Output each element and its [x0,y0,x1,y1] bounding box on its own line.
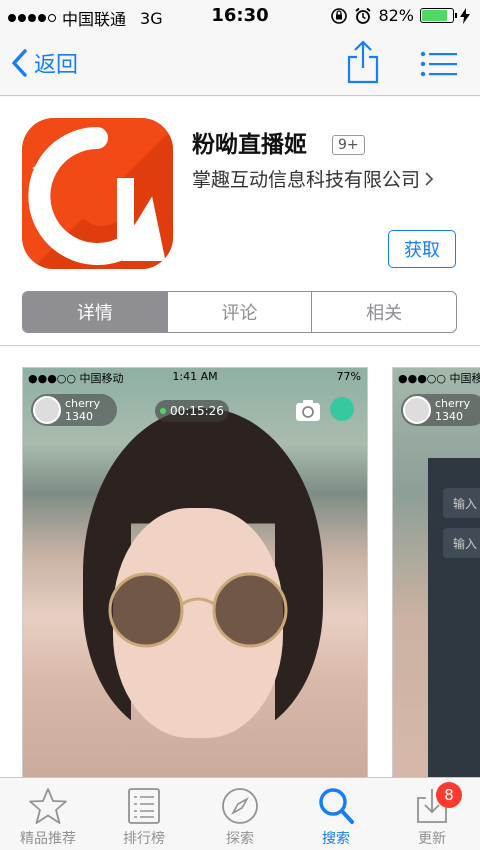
compass-icon [222,788,258,824]
user-name-2: cherry [435,397,471,410]
tab-reviews[interactable]: 评论 [168,292,313,332]
share-icon[interactable] [346,40,380,84]
app-icon[interactable] [22,118,173,269]
camera-switch-icon [296,400,320,421]
user-pill-2: cherry 1340 [401,394,480,426]
back-button[interactable]: 返回 [10,47,78,79]
tab-featured[interactable]: 精品推荐 [0,778,96,850]
tab-search-label: 搜索 [322,831,350,847]
tab-details[interactable]: 详情 [23,292,168,332]
tab-search[interactable]: 搜索 [288,778,384,850]
list-menu-icon[interactable] [420,50,458,78]
status-right: 82% [330,6,470,25]
status-bar: 中国联通 3G 16:30 82% [0,0,480,30]
user-pill: cherry 1340 [31,394,117,426]
updates-badge: 8 [436,782,462,808]
app-name: 粉呦直播姬 [192,132,307,158]
segmented-control: 详情 评论 相关 [22,291,457,333]
avatar [33,396,61,424]
input-field-2: 输入 [443,528,480,558]
tab-explore-label: 探索 [226,831,254,847]
live-dot-icon [160,408,167,414]
shot-2-carrier: ●●●○○ 中国移动 [398,372,480,385]
tab-featured-label: 精品推荐 [20,831,76,847]
shell-icon [330,397,354,421]
nav-bar: 返回 [0,30,480,96]
avatar-2 [403,396,431,424]
star-icon [29,788,67,824]
app-logo-icon [22,118,173,269]
battery-percent: 82% [378,6,414,25]
tab-bar: 精品推荐 排行榜 探索 搜索 更新 8 [0,777,480,850]
list-icon [128,788,160,824]
rotation-lock-icon [331,7,348,24]
chevron-right-icon [425,171,434,186]
age-rating-badge: 9+ [332,135,365,155]
alarm-icon [355,7,372,24]
screenshot-1[interactable]: ●●●○○ 中国移动 1:41 AM 77% cherry 1340 00:15… [22,367,368,777]
screenshot-2-status-bar: ●●●○○ 中国移动 [393,368,480,386]
developer-name: 掌趣互动信息科技有限公司 [192,169,421,191]
user-name: cherry [65,397,101,410]
timer-text: 00:15:26 [170,404,224,418]
screenshot-status-bar: ●●●○○ 中国移动 1:41 AM 77% [23,368,367,386]
user-count-2: 1340 [435,410,463,423]
user-count: 1340 [65,410,93,423]
screenshot-gallery[interactable]: ●●●○○ 中国移动 1:41 AM 77% cherry 1340 00:15… [0,347,480,777]
chevron-left-icon [12,49,27,77]
shot-battery: 77% [336,370,361,383]
shot-time: 1:41 AM [172,370,218,383]
tab-charts[interactable]: 排行榜 [96,778,192,850]
charging-icon [460,7,470,24]
search-icon [319,788,354,824]
tab-updates[interactable]: 更新 8 [384,778,480,850]
tab-updates-label: 更新 [418,831,446,847]
back-label: 返回 [34,53,79,78]
get-button[interactable]: 获取 [388,230,456,268]
developer-link[interactable]: 掌趣互动信息科技有限公司 [192,165,434,192]
tab-charts-label: 排行榜 [123,831,165,847]
battery-icon [420,8,457,23]
screenshot-2[interactable]: ●●●○○ 中国移动 cherry 1340 输入 输入 [392,367,480,777]
app-header: 粉呦直播姬 9+ 掌趣互动信息科技有限公司 获取 详情 评论 相关 [0,97,480,346]
input-field-1: 输入 [443,488,480,518]
sunglasses-image [108,572,288,648]
tab-related[interactable]: 相关 [312,292,456,332]
live-timer: 00:15:26 [155,400,229,422]
tab-explore[interactable]: 探索 [192,778,288,850]
